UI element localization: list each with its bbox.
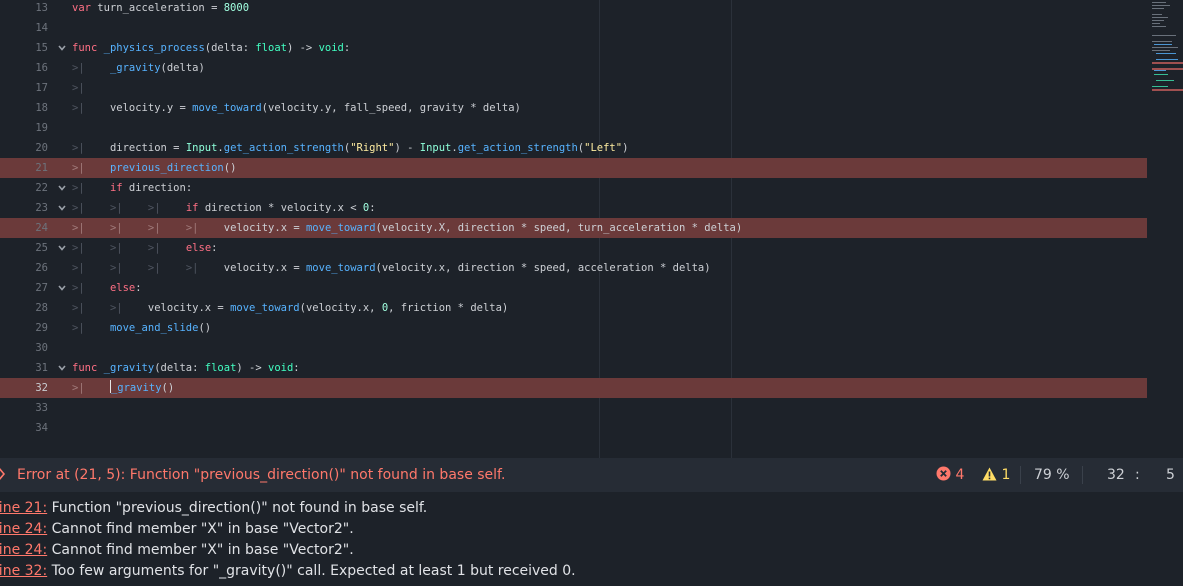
code-text[interactable]: >| _gravity(delta) [72,58,205,78]
error-count-button[interactable]: 4 [936,458,964,492]
error-item: Line 21: Function "previous_direction()"… [0,498,427,519]
line-number: 16 [35,62,48,74]
line-number: 13 [35,2,48,14]
code-line[interactable]: 20 >| direction = Input.get_action_streng… [0,138,1147,158]
code-text[interactable]: >| if direction: [72,178,192,198]
code-line[interactable]: 27 >| else: [0,278,1147,298]
code-text[interactable]: >| [72,78,85,98]
error-count: 4 [955,467,965,483]
code-text[interactable]: >| _gravity() [72,378,174,398]
code-line[interactable]: 30 [0,338,1147,358]
code-text[interactable]: >| previous_direction() [72,158,236,178]
code-line[interactable]: 15 func _physics_process(delta: float) ->… [0,38,1147,58]
code-line[interactable]: 19 [0,118,1147,138]
code-text[interactable]: func _physics_process(delta: float) -> v… [72,38,350,58]
code-text[interactable]: >| velocity.y = move_toward(velocity.y, … [72,98,521,118]
error-line-link[interactable]: Line 21: [0,500,47,516]
error-item: Line 24: Cannot find member "X" in base … [0,540,354,561]
code-text[interactable]: >| >| >| if direction * velocity.x < 0: [72,198,376,218]
code-text[interactable]: >| >| >| else: [72,238,217,258]
chevron-down-icon[interactable] [57,43,67,53]
code-line[interactable]: 21 >| previous_direction() [0,158,1147,178]
cursor-separator: : [1135,467,1140,483]
line-number: 19 [35,122,48,134]
line-number: 15 [35,42,48,54]
minimap[interactable] [1147,0,1183,100]
chevron-down-icon[interactable] [57,243,67,253]
error-message: Function "previous_direction()" not foun… [47,500,428,516]
code-text[interactable]: >| else: [72,278,142,298]
status-separator [1082,466,1083,484]
line-number: 27 [35,282,48,294]
line-number: 25 [35,242,48,254]
code-text[interactable]: >| direction = Input.get_action_strength… [72,138,628,158]
line-number: 33 [35,402,48,414]
line-number: 32 [35,382,48,394]
code-text[interactable]: >| >| >| >| velocity.x = move_toward(vel… [72,258,711,278]
code-text[interactable]: >| >| >| >| velocity.x = move_toward(vel… [72,218,742,238]
error-message: Too few arguments for "_gravity()" call.… [47,563,576,579]
warning-count-button[interactable]: 1 [982,458,1010,492]
code-editor[interactable]: 13 var turn_acceleration = 8000 14 15 func _… [0,0,1183,458]
line-number: 21 [35,162,48,174]
cursor-line: 32 [1107,467,1125,483]
line-number: 30 [35,342,48,354]
code-line[interactable]: 24 >| >| >| >| velocity.x = move_toward(v… [0,218,1147,238]
chevron-down-icon[interactable] [57,363,67,373]
line-number: 14 [35,22,48,34]
line-number: 24 [35,222,48,234]
error-message: Cannot find member "X" in base "Vector2"… [47,542,354,558]
code-line[interactable]: 22 >| if direction: [0,178,1147,198]
zoom-level[interactable]: 79 % [1034,458,1070,492]
code-line[interactable]: 23 >| >| >| if direction * velocity.x < 0… [0,198,1147,218]
status-separator [1020,466,1021,484]
code-line[interactable]: 33 [0,398,1147,418]
error-item: Line 24: Cannot find member "X" in base … [0,519,354,540]
code-line[interactable]: 18 >| velocity.y = move_toward(velocity.y… [0,98,1147,118]
line-number: 20 [35,142,48,154]
errors-panel: Line 21: Function "previous_direction()"… [0,492,1183,586]
warning-triangle-icon [982,467,997,481]
line-number: 29 [35,322,48,334]
code-text[interactable]: >| move_and_slide() [72,318,211,338]
line-number: 26 [35,262,48,274]
error-line-link[interactable]: Line 32: [0,563,47,579]
code-line[interactable]: 34 [0,418,1147,438]
code-text[interactable]: func _gravity(delta: float) -> void: [72,358,300,378]
line-number: 17 [35,82,48,94]
code-line[interactable]: 13 var turn_acceleration = 8000 [0,0,1147,18]
code-line[interactable]: 31 func _gravity(delta: float) -> void: [0,358,1147,378]
code-line[interactable]: 14 [0,18,1147,38]
status-error-message[interactable]: Error at (21, 5): Function "previous_dir… [17,458,505,492]
line-number: 31 [35,362,48,374]
code-text[interactable]: >| >| velocity.x = move_toward(velocity.… [72,298,508,318]
line-number: 28 [35,302,48,314]
code-line[interactable]: 16 >| _gravity(delta) [0,58,1147,78]
code-text[interactable]: var turn_acceleration = 8000 [72,0,249,18]
error-line-link[interactable]: Line 24: [0,542,47,558]
cursor-column: 5 [1166,467,1175,483]
warning-count: 1 [1001,467,1011,483]
error-item: Line 32: Too few arguments for "_gravity… [0,561,576,582]
error-line-link[interactable]: Line 24: [0,521,47,537]
code-line[interactable]: 28 >| >| velocity.x = move_toward(velocit… [0,298,1147,318]
line-number: 23 [35,202,48,214]
error-message: Cannot find member "X" in base "Vector2"… [47,521,354,537]
error-circle-icon [936,466,951,481]
chevron-down-icon[interactable] [57,203,67,213]
status-bar: Error at (21, 5): Function "previous_dir… [0,458,1183,492]
chevron-down-icon[interactable] [57,183,67,193]
chevron-down-icon[interactable] [57,283,67,293]
code-line[interactable]: 26 >| >| >| >| velocity.x = move_toward(v… [0,258,1147,278]
code-line[interactable]: 32 >| _gravity() [0,378,1147,398]
code-line[interactable]: 29 >| move_and_slide() [0,318,1147,338]
code-line[interactable]: 25 >| >| >| else: [0,238,1147,258]
line-number: 34 [35,422,48,434]
line-number: 18 [35,102,48,114]
line-number: 22 [35,182,48,194]
collapse-arrow-icon[interactable] [0,466,8,482]
code-line[interactable]: 17 >| [0,78,1147,98]
